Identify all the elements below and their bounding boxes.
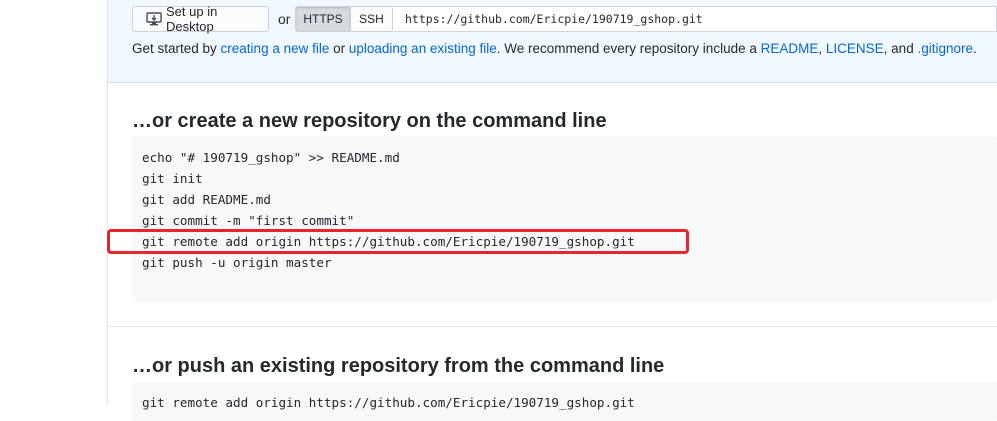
- setup-in-desktop-label: Set up in Desktop: [166, 4, 218, 34]
- https-button[interactable]: HTTPS: [295, 6, 351, 32]
- setup-in-desktop-button[interactable]: Set up in Desktop: [132, 4, 269, 34]
- new-repo-code-block[interactable]: echo "# 190719_gshop" >> README.md git i…: [132, 136, 997, 302]
- push-existing-section-title: …or push an existing repository from the…: [132, 355, 665, 377]
- code-line: git remote add origin https://github.com…: [142, 395, 635, 410]
- ssh-button[interactable]: SSH: [351, 6, 393, 32]
- or-label: or: [278, 11, 291, 27]
- help-text-suffix: .: [973, 41, 977, 56]
- push-existing-code-block[interactable]: git remote add origin https://github.com…: [132, 381, 997, 421]
- section-divider: [108, 326, 997, 327]
- code-line: git commit -m "first commit": [142, 213, 355, 228]
- license-link[interactable]: LICENSE: [826, 41, 884, 56]
- help-text-prefix: Get started by: [132, 41, 221, 56]
- help-text-and: , and: [883, 41, 918, 56]
- create-new-file-link[interactable]: creating a new file: [221, 41, 330, 56]
- help-text-or: or: [329, 41, 349, 56]
- quick-setup-panel: Set up in Desktop or HTTPS SSH https://g…: [108, 0, 997, 83]
- new-repo-section-title: …or create a new repository on the comma…: [132, 110, 607, 132]
- code-line: git init: [142, 171, 203, 186]
- help-text-middle: . We recommend every repository include …: [496, 41, 761, 56]
- readme-link[interactable]: README: [761, 41, 819, 56]
- clone-url-input[interactable]: https://github.com/Ericpie/190719_gshop.…: [393, 6, 997, 32]
- protocol-toggle: HTTPS SSH: [295, 6, 393, 32]
- upload-existing-file-link[interactable]: uploading an existing file: [349, 41, 497, 56]
- code-line: git push -u origin master: [142, 255, 332, 270]
- code-line-remote-add: git remote add origin https://github.com…: [142, 234, 635, 249]
- setup-help-text: Get started by creating a new file or up…: [132, 41, 977, 56]
- code-line: git add README.md: [142, 192, 271, 207]
- code-line: echo "# 190719_gshop" >> README.md: [142, 150, 400, 165]
- help-text-comma: ,: [818, 41, 826, 56]
- gitignore-link[interactable]: .gitignore: [917, 41, 973, 56]
- desktop-icon: [146, 11, 162, 27]
